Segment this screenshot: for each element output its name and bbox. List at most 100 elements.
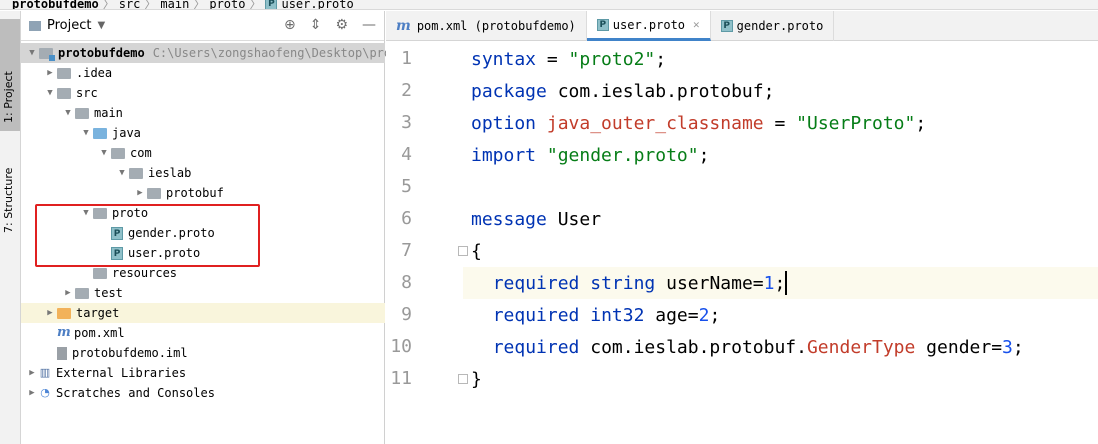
tree-item[interactable]: ▼ java <box>21 123 385 143</box>
collapsed-arrow-icon[interactable]: ▶ <box>25 368 39 378</box>
proto-file-icon: P <box>111 226 123 240</box>
breadcrumb-item[interactable]: user.proto <box>281 0 353 9</box>
code-token: ; <box>709 304 721 326</box>
editor-tab[interactable]: m pom.xml (protobufdemo) <box>386 11 587 41</box>
tree-item[interactable]: ▶ test <box>21 283 385 303</box>
tree-item[interactable]: ▶ ◔ Scratches and Consoles <box>21 383 385 403</box>
line-number: 9 <box>401 304 412 325</box>
tree-item[interactable]: ▼ protobufdemo C:\Users\zongshaofeng\Deskt… <box>21 43 391 63</box>
tree-item-label: .idea <box>76 66 113 80</box>
code-token: age= <box>644 304 699 326</box>
tree-item[interactable]: Puser.proto <box>21 243 385 263</box>
code-line[interactable]: package com.ieslab.protobuf; <box>463 75 1098 107</box>
code-token: } <box>471 368 482 390</box>
code-token: userName= <box>655 272 764 294</box>
code-token: int32 <box>590 304 645 326</box>
collapsed-arrow-icon[interactable]: ▶ <box>43 68 57 78</box>
breadcrumb-separator: 〉 <box>193 0 206 10</box>
code-line[interactable]: required string userName= 1; <box>463 267 1098 299</box>
line-number: 2 <box>401 80 412 101</box>
tree-item[interactable]: ▼ proto <box>21 203 385 223</box>
proto-file-icon: P <box>265 0 278 9</box>
breadcrumb-item[interactable]: src <box>119 0 141 9</box>
code-line[interactable]: import "gender.proto"; <box>463 139 1098 171</box>
tree-item[interactable]: resources <box>21 263 385 283</box>
breadcrumb-separator: 〉 <box>144 0 157 10</box>
code-line[interactable]: option java_outer_classname = "UserProto… <box>463 107 1098 139</box>
tree-item-label: Scratches and Consoles <box>56 386 215 400</box>
code-line[interactable]: } <box>463 363 1098 395</box>
code-token: com.ieslab.protobuf; <box>546 80 775 102</box>
editor-tab[interactable]: Pgender.proto <box>711 11 835 41</box>
line-number: 11 <box>390 368 412 389</box>
expanded-arrow-icon[interactable]: ▼ <box>61 108 75 118</box>
package-icon <box>147 187 161 199</box>
expanded-arrow-icon[interactable]: ▼ <box>97 148 111 158</box>
code-token: ; <box>1012 336 1024 358</box>
code-token: "gender.proto" <box>546 144 699 166</box>
tree-item[interactable]: ▶ target <box>21 303 385 323</box>
collapsed-arrow-icon[interactable]: ▶ <box>61 288 75 298</box>
chevron-down-icon[interactable]: ▼ <box>97 20 105 31</box>
proto-file-icon: P <box>111 246 123 260</box>
line-number: 3 <box>401 112 412 133</box>
code-line[interactable]: message User <box>463 203 1098 235</box>
line-number: 4 <box>401 144 412 165</box>
structure-tool-label[interactable]: 7: Structure <box>2 168 15 233</box>
tree-item[interactable]: ▶ ▥ External Libraries <box>21 363 385 383</box>
tree-item[interactable]: Pgender.proto <box>21 223 385 243</box>
locate-icon[interactable]: ⊕ <box>284 17 296 33</box>
tree-item[interactable]: m pom.xml <box>21 323 385 343</box>
breadcrumb: protobufdemo 〉 src 〉 main 〉 proto 〉 Puser.proto <box>0 0 1098 10</box>
code-line[interactable]: { <box>463 235 1098 267</box>
tree-item[interactable]: ▼ ieslab <box>21 163 385 183</box>
expanded-arrow-icon[interactable]: ▼ <box>79 128 93 138</box>
code-token: GenderType <box>806 336 916 358</box>
code-line[interactable]: required com.ieslab.protobuf. GenderType … <box>463 331 1098 363</box>
line-number: 6 <box>401 208 412 229</box>
tree-item-label: protobufdemo <box>58 46 145 60</box>
tree-item-label: target <box>76 306 120 320</box>
code-editor[interactable]: syntax = "proto2"; package com.ieslab.pro… <box>463 41 1098 444</box>
code-token: gender= <box>915 336 1003 358</box>
tree-item[interactable]: ▶ .idea <box>21 63 385 83</box>
expanded-arrow-icon[interactable]: ▼ <box>25 48 39 58</box>
tree-item[interactable]: ▼ main <box>21 103 385 123</box>
code-line[interactable]: syntax = "proto2"; <box>463 43 1098 75</box>
collapse-all-icon[interactable]: ⇕ <box>310 17 322 33</box>
folder-icon <box>75 107 89 119</box>
code-token: 2 <box>698 304 710 326</box>
minimize-icon[interactable]: — <box>362 17 376 33</box>
breadcrumb-item[interactable]: proto <box>209 0 245 9</box>
editor-tab[interactable]: Puser.proto ✕ <box>586 11 711 41</box>
editor-tab-label: pom.xml (protobufdemo) <box>416 19 576 33</box>
breadcrumb-item[interactable]: main <box>160 0 189 9</box>
close-icon[interactable]: ✕ <box>693 18 700 31</box>
project-panel-title[interactable]: Project <box>47 18 91 33</box>
tree-item-label: gender.proto <box>128 226 215 240</box>
tree-item-label: ieslab <box>148 166 192 180</box>
tree-item[interactable]: ▼ src <box>21 83 385 103</box>
project-tool-label[interactable]: 1: Project <box>2 71 15 123</box>
breadcrumb-separator: 〉 <box>102 0 115 10</box>
code-line[interactable] <box>463 171 1098 203</box>
collapsed-arrow-icon[interactable]: ▶ <box>133 188 147 198</box>
code-line[interactable]: required int32 age= 2; <box>463 299 1098 331</box>
line-number: 1 <box>401 48 412 69</box>
collapsed-arrow-icon[interactable]: ▶ <box>25 388 39 398</box>
gear-icon[interactable]: ⚙ <box>335 17 348 33</box>
source-folder-icon <box>93 127 107 139</box>
expanded-arrow-icon[interactable]: ▼ <box>43 88 57 98</box>
breadcrumb-item[interactable]: protobufdemo <box>12 0 99 9</box>
expanded-arrow-icon[interactable]: ▼ <box>115 168 129 178</box>
code-token: ; <box>774 272 786 294</box>
library-icon: ▥ <box>39 365 51 379</box>
tree-item[interactable]: ▶ protobuf <box>21 183 385 203</box>
collapsed-arrow-icon[interactable]: ▶ <box>43 308 57 318</box>
expanded-arrow-icon[interactable]: ▼ <box>79 208 93 218</box>
tree-item[interactable]: protobufdemo.iml <box>21 343 385 363</box>
tree-item[interactable]: ▼ com <box>21 143 385 163</box>
